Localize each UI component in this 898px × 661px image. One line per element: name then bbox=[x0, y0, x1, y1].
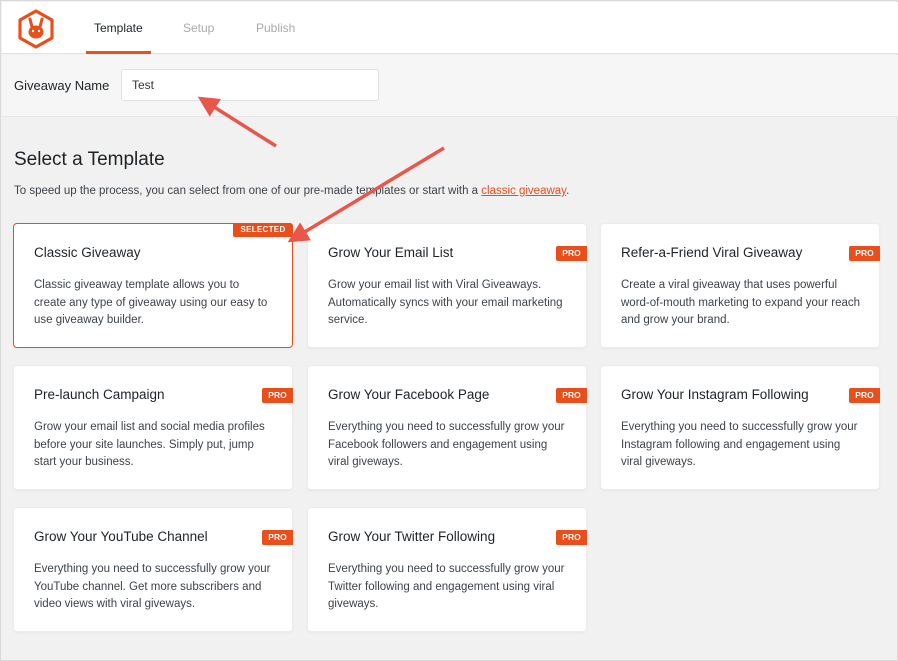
template-description: Everything you need to successfully grow… bbox=[328, 563, 565, 610]
selected-badge: SELECTED bbox=[233, 223, 293, 237]
template-card-pre-launch[interactable]: PRO Pre-launch Campaign Grow your email … bbox=[13, 365, 293, 490]
template-description: Grow your email list with Viral Giveaway… bbox=[328, 279, 563, 326]
template-description: Grow your email list and social media pr… bbox=[34, 421, 265, 468]
app-frame: Template Setup Publish Giveaway Name Sel… bbox=[0, 0, 898, 661]
template-card-instagram-following[interactable]: PRO Grow Your Instagram Following Everyt… bbox=[600, 365, 880, 490]
template-description: Everything you need to successfully grow… bbox=[328, 421, 565, 468]
page-title: Select a Template bbox=[14, 149, 165, 170]
pro-badge: PRO bbox=[556, 388, 587, 403]
section-subtitle: To speed up the process, you can select … bbox=[14, 185, 569, 197]
giveaway-name-label: Giveaway Name bbox=[14, 78, 110, 93]
classic-giveaway-link[interactable]: classic giveaway bbox=[481, 185, 566, 197]
template-title: Grow Your Instagram Following bbox=[621, 387, 809, 402]
tab-template[interactable]: Template bbox=[86, 2, 151, 54]
template-title: Grow Your YouTube Channel bbox=[34, 529, 208, 544]
pro-badge: PRO bbox=[556, 246, 587, 261]
giveaway-name-bar: Giveaway Name bbox=[2, 55, 898, 117]
template-card-refer-a-friend[interactable]: PRO Refer-a-Friend Viral Giveaway Create… bbox=[600, 223, 880, 348]
template-description: Create a viral giveaway that uses powerf… bbox=[621, 279, 861, 326]
template-title: Pre-launch Campaign bbox=[34, 387, 165, 402]
pro-badge: PRO bbox=[556, 530, 587, 545]
template-description: Everything you need to successfully grow… bbox=[621, 421, 858, 468]
template-description: Everything you need to successfully grow… bbox=[34, 563, 271, 610]
top-navigation: Template Setup Publish bbox=[2, 2, 898, 54]
template-title: Refer-a-Friend Viral Giveaway bbox=[621, 245, 803, 260]
template-card-facebook-page[interactable]: PRO Grow Your Facebook Page Everything y… bbox=[307, 365, 587, 490]
template-title: Classic Giveaway bbox=[34, 245, 141, 260]
template-card-youtube-channel[interactable]: PRO Grow Your YouTube Channel Everything… bbox=[13, 507, 293, 632]
pro-badge: PRO bbox=[849, 388, 880, 403]
template-title: Grow Your Email List bbox=[328, 245, 454, 260]
pro-badge: PRO bbox=[849, 246, 880, 261]
subtitle-text: To speed up the process, you can select … bbox=[14, 185, 479, 197]
pro-badge: PRO bbox=[262, 530, 293, 545]
template-description: Classic giveaway template allows you to … bbox=[34, 279, 268, 326]
giveaway-name-input[interactable] bbox=[121, 69, 379, 101]
template-card-twitter-following[interactable]: PRO Grow Your Twitter Following Everythi… bbox=[307, 507, 587, 632]
template-title: Grow Your Twitter Following bbox=[328, 529, 496, 544]
pro-badge: PRO bbox=[262, 388, 293, 403]
template-card-email-list[interactable]: PRO Grow Your Email List Grow your email… bbox=[307, 223, 587, 348]
rabbit-logo-icon[interactable] bbox=[16, 9, 56, 49]
tab-setup[interactable]: Setup bbox=[183, 2, 214, 54]
template-card-classic-giveaway[interactable]: SELECTED Classic Giveaway Classic giveaw… bbox=[13, 223, 293, 348]
subtitle-suffix: . bbox=[566, 185, 570, 197]
template-title: Grow Your Facebook Page bbox=[328, 387, 490, 402]
tab-publish[interactable]: Publish bbox=[256, 2, 295, 54]
